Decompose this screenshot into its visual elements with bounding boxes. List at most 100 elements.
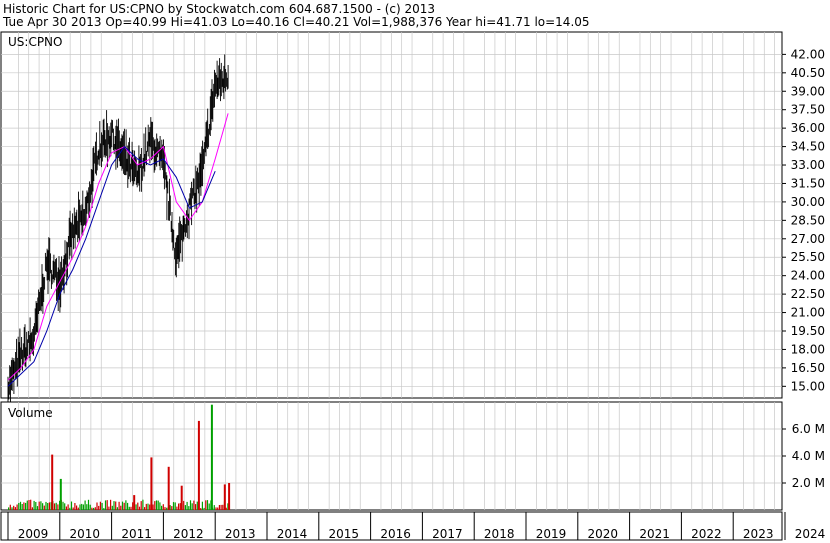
volume-bar bbox=[128, 506, 130, 510]
volume-bar bbox=[162, 504, 164, 510]
volume-bar bbox=[159, 502, 161, 510]
x-tick-label: 2020 bbox=[588, 527, 619, 541]
volume-bar bbox=[13, 505, 15, 510]
volume-bar bbox=[79, 504, 81, 510]
volume-bar bbox=[94, 507, 96, 510]
volume-y-tick-label: 4.0 M bbox=[792, 449, 825, 463]
volume-spike-bar bbox=[223, 484, 226, 510]
volume-spike-bar bbox=[133, 495, 136, 510]
volume-bar bbox=[208, 503, 210, 510]
volume-bar bbox=[191, 503, 193, 510]
volume-bar bbox=[70, 501, 73, 510]
x-tick-label: 2017 bbox=[432, 527, 463, 541]
volume-bar bbox=[138, 506, 141, 510]
volume-bar bbox=[152, 504, 154, 510]
volume-bar bbox=[142, 499, 144, 510]
volume-bar bbox=[130, 506, 132, 510]
chart-header-line1: Historic Chart for US:CPNO by Stockwatch… bbox=[3, 2, 435, 16]
volume-bar bbox=[62, 501, 64, 510]
volume-bar bbox=[11, 507, 13, 510]
volume-bar bbox=[195, 504, 197, 510]
price-y-tick-label: 25.50 bbox=[791, 250, 825, 264]
volume-bar bbox=[201, 501, 203, 510]
volume-bar bbox=[183, 500, 185, 510]
volume-spike-bar bbox=[59, 478, 62, 510]
volume-bar bbox=[206, 500, 209, 510]
volume-bar bbox=[215, 507, 217, 510]
x-tick-label: 2011 bbox=[121, 527, 152, 541]
volume-bar bbox=[8, 507, 10, 510]
volume-spike-bar bbox=[150, 457, 153, 510]
volume-bar bbox=[166, 507, 168, 510]
volume-bar bbox=[184, 505, 186, 510]
volume-bar bbox=[220, 504, 222, 510]
volume-bar bbox=[86, 504, 88, 510]
x-tick-label: 2014 bbox=[277, 527, 308, 541]
volume-bar bbox=[200, 508, 202, 510]
volume-bar bbox=[25, 502, 27, 510]
volume-bar bbox=[104, 500, 107, 510]
x-tick-label: 2019 bbox=[536, 527, 567, 541]
x-tick-label: 2023 bbox=[743, 527, 774, 541]
volume-bar bbox=[178, 503, 180, 510]
volume-bar bbox=[57, 504, 59, 510]
price-y-tick-label: 19.50 bbox=[791, 324, 825, 338]
price-y-tick-label: 18.00 bbox=[791, 342, 825, 356]
volume-bar bbox=[19, 501, 22, 510]
volume-bar bbox=[127, 502, 129, 510]
volume-bar bbox=[9, 504, 11, 510]
volume-y-tick-label: 2.0 M bbox=[792, 476, 825, 490]
volume-bar bbox=[99, 501, 101, 510]
stock-chart: Historic Chart for US:CPNO by Stockwatch… bbox=[0, 2, 826, 541]
x-tick-label: 2021 bbox=[639, 527, 670, 541]
price-y-tick-label: 21.00 bbox=[791, 306, 825, 320]
volume-bar bbox=[125, 500, 127, 510]
volume-bar bbox=[55, 502, 57, 510]
x-tick-label: 2009 bbox=[18, 527, 49, 541]
volume-bar bbox=[171, 506, 173, 510]
volume-bar bbox=[23, 502, 25, 510]
price-y-tick-label: 28.50 bbox=[791, 213, 825, 227]
volume-bar bbox=[64, 503, 66, 510]
volume-bar bbox=[69, 507, 71, 510]
volume-bar bbox=[74, 503, 76, 510]
volume-panel-title: Volume bbox=[8, 406, 53, 420]
x-tick-label: 2024 bbox=[795, 527, 826, 541]
price-y-tick-label: 36.00 bbox=[791, 121, 825, 135]
volume-bar bbox=[123, 502, 125, 510]
price-panel: 42.00 40.50 39.00 37.50 36.00 34.50 33.00 31.50… bbox=[0, 31, 825, 421]
volume-bar bbox=[116, 507, 118, 510]
volume-bar bbox=[48, 502, 50, 510]
volume-bar bbox=[28, 500, 30, 510]
volume-bar bbox=[113, 501, 115, 510]
volume-bar bbox=[96, 502, 98, 510]
volume-bar bbox=[193, 500, 195, 510]
price-y-tick-label: 30.00 bbox=[791, 195, 825, 209]
volume-spike-bar bbox=[210, 404, 213, 510]
volume-spike-bar bbox=[197, 420, 200, 510]
volume-bar bbox=[155, 500, 158, 510]
volume-bar bbox=[43, 505, 45, 510]
volume-bar bbox=[98, 505, 100, 510]
volume-bar bbox=[47, 503, 49, 510]
volume-bar bbox=[72, 507, 74, 510]
volume-bar bbox=[21, 504, 23, 510]
price-y-tick-label: 42.00 bbox=[791, 47, 825, 61]
volume-bar bbox=[36, 506, 39, 510]
volume-spike-bar bbox=[167, 466, 170, 510]
volume-bar bbox=[196, 501, 198, 510]
volume-bar bbox=[93, 507, 95, 510]
price-y-tick-label: 40.50 bbox=[791, 66, 825, 80]
x-tick-label: 2022 bbox=[691, 527, 722, 541]
volume-bar bbox=[77, 507, 79, 510]
chart-header-line2: Tue Apr 30 2013 Op=40.99 Hi=41.03 Lo=40.… bbox=[2, 15, 590, 29]
volume-bar bbox=[38, 501, 40, 510]
price-y-tick-label: 33.00 bbox=[791, 158, 825, 172]
volume-bar bbox=[91, 507, 93, 510]
volume-bar bbox=[164, 507, 166, 510]
volume-bar bbox=[176, 506, 178, 510]
price-y-tick-label: 24.00 bbox=[791, 269, 825, 283]
volume-y-tick-label: 6.0 M bbox=[792, 422, 825, 436]
price-y-tick-label: 16.50 bbox=[791, 361, 825, 375]
price-y-tick-label: 39.00 bbox=[791, 84, 825, 98]
